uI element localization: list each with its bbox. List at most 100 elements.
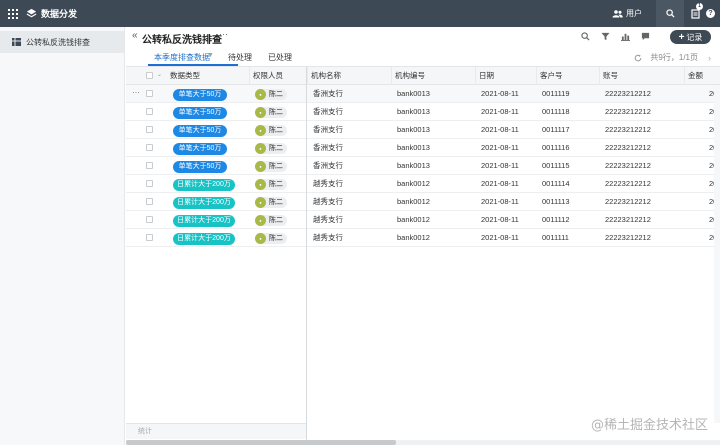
person-chip[interactable]: ● 陈二 (255, 215, 287, 226)
add-record-label: 记录 (686, 32, 703, 42)
top-bar: 数据分发 用户 1 ? (0, 0, 720, 27)
customer-id-cell: 0011115 (542, 161, 570, 170)
avatar: ● (255, 89, 266, 100)
account-cell: 22223212212 (605, 143, 651, 152)
row-checkbox[interactable] (146, 108, 153, 115)
table-row[interactable]: 2单笔大于50万●陈二香洲支行bank00132021-08-110011118… (126, 103, 720, 121)
person-chip[interactable]: ● 陈二 (255, 143, 287, 154)
type-cell: 日累计大于200万 (170, 175, 248, 193)
chart-button[interactable] (621, 32, 630, 41)
table-row[interactable]: 5单笔大于50万●陈二香洲支行bank00132021-08-110011115… (126, 157, 720, 175)
row-checkbox[interactable] (146, 216, 153, 223)
type-cell: 单笔大于50万 (170, 139, 248, 157)
column-header[interactable]: 机构编号 (391, 67, 475, 85)
type-cell: 单笔大于50万 (170, 157, 248, 175)
search-button[interactable] (581, 32, 590, 41)
org-id-cell: bank0012 (397, 197, 430, 206)
person-name: 陈二 (269, 108, 283, 116)
table-row[interactable]: 8日累计大于200万●陈二越秀支行bank00122021-08-1100111… (126, 211, 720, 229)
column-header[interactable]: 数据类型 (167, 67, 249, 85)
person-chip[interactable]: ● 陈二 (255, 125, 287, 136)
type-cell: 单笔大于50万 (170, 121, 248, 139)
org-name-cell: 越秀支行 (313, 179, 343, 188)
person-cell: ● 陈二 (252, 175, 306, 193)
user-menu[interactable]: 用户 (612, 8, 642, 19)
person-name: 陈二 (269, 126, 283, 134)
column-header[interactable]: 日期 (475, 67, 536, 85)
sidebar-item-aml-check[interactable]: 公转私反洗钱排查 (0, 31, 124, 53)
table-row[interactable]: 4单笔大于50万●陈二香洲支行bank00132021-08-110011116… (126, 139, 720, 157)
person-chip[interactable]: ● 陈二 (255, 107, 287, 118)
column-header[interactable]: 客户号 (536, 67, 599, 85)
chevron-down-icon[interactable]: ⌄ (157, 71, 162, 78)
app-grid-icon[interactable] (8, 8, 18, 19)
row-checkbox[interactable] (146, 234, 153, 241)
customer-id-cell: 0011118 (542, 107, 570, 116)
add-record-button[interactable]: + 记录 (670, 30, 711, 44)
row-checkbox[interactable] (146, 162, 153, 169)
column-header[interactable]: 金额 (684, 67, 720, 85)
search-icon (665, 9, 675, 18)
type-cell: 单笔大于50万 (170, 103, 248, 121)
row-checkbox[interactable] (146, 90, 153, 97)
data-type-tag: 单笔大于50万 (173, 107, 227, 119)
person-cell: ● 陈二 (252, 103, 306, 121)
avatar: ● (255, 233, 266, 244)
person-name: 陈二 (269, 162, 283, 170)
org-name-cell: 越秀支行 (313, 197, 343, 206)
collapse-sidebar-button[interactable]: « (132, 30, 138, 41)
help-button[interactable]: ? (706, 0, 720, 27)
notification-icon (690, 8, 700, 19)
next-page-button[interactable]: › (708, 53, 711, 63)
chevron-down-icon[interactable]: ▼ (207, 52, 214, 59)
comment-button[interactable] (641, 32, 650, 41)
sidebar: 公转私反洗钱排查 (0, 27, 125, 445)
type-cell: 单笔大于50万 (170, 85, 248, 103)
tab-processed[interactable]: 已处理 (268, 52, 292, 63)
table-row[interactable]: 6日累计大于200万●陈二越秀支行bank00122021-08-1100111… (126, 175, 720, 193)
org-name-cell: 越秀支行 (313, 215, 343, 224)
row-checkbox[interactable] (146, 198, 153, 205)
person-chip[interactable]: ● 陈二 (255, 233, 287, 244)
tab-pending[interactable]: 待处理 (228, 52, 252, 63)
column-header[interactable]: 机构名称 (307, 67, 391, 85)
person-chip[interactable]: ● 陈二 (255, 89, 287, 100)
search-icon (581, 32, 590, 41)
row-checkbox[interactable] (146, 180, 153, 187)
page-title: 公转私反洗钱排查 (142, 35, 222, 46)
tab-quarter-data[interactable]: 本季度排查数据 (154, 52, 210, 63)
table-row[interactable]: 7日累计大于200万●陈二越秀支行bank00122021-08-1100111… (126, 193, 720, 211)
notification-button[interactable]: 1 (684, 0, 706, 27)
account-cell: 22223212212 (605, 161, 651, 170)
select-all-checkbox[interactable] (146, 72, 153, 79)
org-id-cell: bank0013 (397, 161, 430, 170)
global-search-button[interactable] (656, 0, 684, 27)
avatar: ● (255, 107, 266, 118)
person-name: 陈二 (269, 90, 283, 98)
type-cell: 日累计大于200万 (170, 211, 248, 229)
person-chip[interactable]: ● 陈二 (255, 179, 287, 190)
plus-icon: + (678, 31, 685, 43)
person-chip[interactable]: ● 陈二 (255, 197, 287, 208)
table-row[interactable]: 9日累计大于200万●陈二越秀支行bank00122021-08-1100111… (126, 229, 720, 247)
filter-button[interactable] (601, 32, 610, 41)
org-id-cell: bank0012 (397, 179, 430, 188)
org-name-cell: 越秀支行 (313, 233, 343, 242)
vertical-scrollbar[interactable] (714, 85, 720, 423)
table-row[interactable]: 3单笔大于50万●陈二香洲支行bank00132021-08-110011117… (126, 121, 720, 139)
date-cell: 2021-08-11 (481, 233, 519, 242)
users-icon (612, 9, 623, 17)
horizontal-scrollbar[interactable] (126, 440, 720, 445)
title-more-button[interactable]: ··· (219, 29, 228, 39)
scrollbar-thumb[interactable] (126, 440, 396, 445)
row-checkbox[interactable] (146, 126, 153, 133)
column-header[interactable]: 账号 (599, 67, 684, 85)
refresh-button[interactable] (634, 54, 642, 62)
column-header[interactable]: 权限人员 (249, 67, 306, 85)
data-type-tag: 单笔大于50万 (173, 89, 227, 101)
data-type-tag: 单笔大于50万 (173, 161, 227, 173)
table-row[interactable]: ··· 单笔大于50万 ● 陈二 香洲支行 bank0013 2021-08-11 00111… (126, 85, 720, 103)
person-chip[interactable]: ● 陈二 (255, 161, 287, 172)
row-actions-button[interactable]: ··· (132, 85, 140, 101)
row-checkbox[interactable] (146, 144, 153, 151)
